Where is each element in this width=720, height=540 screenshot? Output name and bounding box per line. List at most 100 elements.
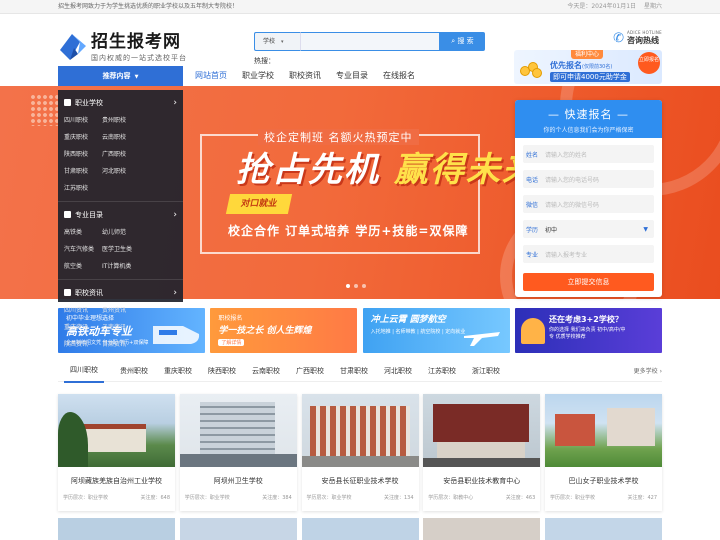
- education-select[interactable]: 学历 初中 ▼: [523, 220, 654, 238]
- hotline[interactable]: ✆ ADICE HOTLINE 咨询热线: [613, 30, 662, 46]
- welcome-text: 招生报考网致力于为学生挑选优质的职业学校以及五年制大专院校！: [58, 3, 239, 10]
- pager-dot[interactable]: [362, 284, 366, 288]
- search-category-select[interactable]: 学校 ▾: [254, 32, 300, 51]
- name-field[interactable]: 姓名 请输入您的姓名: [523, 145, 654, 163]
- menu-link[interactable]: 贵州资讯: [102, 302, 140, 319]
- menu-link[interactable]: 四川职校: [64, 112, 102, 129]
- menu-link[interactable]: 广西职校: [102, 146, 140, 163]
- tab-hebei[interactable]: 河北职校: [384, 360, 412, 382]
- menu-link[interactable]: 汽车汽修类: [64, 241, 102, 258]
- chevron-down-icon: ▼: [643, 225, 648, 233]
- tab-gansu[interactable]: 甘肃职校: [340, 360, 368, 382]
- caret-down-icon: ▼: [134, 74, 139, 80]
- menu-link[interactable]: 重庆资讯: [64, 319, 102, 336]
- menu-link[interactable]: 贵州职校: [102, 112, 140, 129]
- menu-link[interactable]: 云南职校: [102, 129, 140, 146]
- nav-item-schools[interactable]: 职业学校: [242, 66, 274, 86]
- form-title: — 快速报名 —: [548, 108, 629, 121]
- banner-pager: [344, 284, 368, 288]
- banner-slogan-top: 校企定制班 名额火热预定中: [258, 129, 419, 145]
- school-photo[interactable]: [179, 518, 297, 540]
- search-input[interactable]: [300, 32, 440, 51]
- nav-item-apply[interactable]: 在线报名: [383, 66, 415, 86]
- ad-aviation[interactable]: 冲上云霄 圆梦航空 入托地推 | 名师带教 | 航空院校 | 定向就业: [362, 308, 510, 353]
- chevron-down-icon: ▾: [281, 39, 284, 45]
- more-schools-link[interactable]: 更多学校 ›: [634, 366, 662, 375]
- nav-item-home[interactable]: 网站首页: [195, 66, 227, 86]
- site-logo[interactable]: 招生报考网 国内权威的一站式选校平台: [58, 32, 187, 63]
- ad-skills[interactable]: 职校报名 学一技之长 创人生辉煌 了解详情: [210, 308, 358, 353]
- airplane-icon: [463, 332, 500, 346]
- menu-link[interactable]: 幼儿师范: [102, 224, 140, 241]
- chevron-right-icon: ›: [659, 368, 662, 375]
- menu-link[interactable]: 云南资讯: [102, 319, 140, 336]
- category-menu: 职业学校 › 四川职校 贵州职校 重庆职校 云南职校 陕西职校 广西职校 甘肃职…: [58, 90, 183, 348]
- banner-slogan-bottom: 校企合作 订单式培养 学历+技能=双保障: [228, 224, 469, 238]
- menu-group-header[interactable]: 专业目录 ›: [64, 206, 177, 224]
- school-photo: [545, 394, 662, 467]
- menu-link[interactable]: 重庆职校: [64, 129, 102, 146]
- menu-group-news: 职校资讯 › 四川资讯 贵州资讯 重庆资讯 云南资讯 陕西资讯 甘肃资讯: [58, 280, 183, 353]
- site-title: 招生报考网: [91, 32, 181, 52]
- tab-chongqing[interactable]: 重庆职校: [164, 360, 192, 382]
- promo-badge: 福利中心: [571, 50, 604, 59]
- menu-link[interactable]: 医学卫生类: [102, 241, 140, 258]
- menu-group-header[interactable]: 职校资讯 ›: [64, 284, 177, 302]
- tab-shaanxi[interactable]: 陕西职校: [208, 360, 236, 382]
- search-button[interactable]: ⌕ 搜 索: [440, 32, 485, 51]
- school-card[interactable]: 巴山女子职业技术学校 学历层次：职业学校 关注度：427: [545, 394, 662, 511]
- wechat-field[interactable]: 微信 请输入您的微信号码: [523, 195, 654, 213]
- student-icon: [520, 318, 545, 344]
- ad-3plus2[interactable]: 还在考虑3+2学校？ 你的选择 我们来负责 初中/高中/中专 优质学校推荐: [514, 308, 662, 353]
- school-photo[interactable]: [58, 518, 175, 540]
- pager-dot[interactable]: [346, 284, 350, 288]
- banner-tag: 对口就业: [225, 194, 293, 214]
- quick-signup-form: — 快速报名 — 你的个人信息我们会为你严格保密 姓名 请输入您的姓名 电话 请…: [515, 100, 662, 297]
- school-photo[interactable]: [301, 518, 419, 540]
- menu-link[interactable]: 甘肃职校: [64, 163, 102, 180]
- recommend-menu-button[interactable]: 推荐内容 ▼: [58, 66, 183, 86]
- tab-guizhou[interactable]: 贵州职校: [120, 360, 148, 382]
- decor-dots: [30, 94, 58, 126]
- menu-group-majors: 专业目录 › 高铁类 幼儿师范 汽车汽修类 医学卫生类 航空类 IT计算机类: [58, 202, 183, 275]
- school-photo[interactable]: [545, 518, 662, 540]
- school-icon: [64, 99, 71, 106]
- school-card-list: 阿坝藏族羌族自治州工业学校 学历层次：职业学校 关注度：648 阿坝州卫生学校 学…: [58, 394, 662, 511]
- school-card[interactable]: 阿坝州卫生学校 学历层次：职业学校 关注度：384: [179, 394, 297, 511]
- school-card[interactable]: 安岳县职业技术教育中心 学历层次：职教中心 关注度：463: [423, 394, 541, 511]
- school-card[interactable]: 安岳县长征职业技术学校 学历层次：职业学校 关注度：134: [301, 394, 419, 511]
- tab-guangxi[interactable]: 广西职校: [296, 360, 324, 382]
- menu-link[interactable]: 高铁类: [64, 224, 102, 241]
- school-photo[interactable]: [423, 518, 541, 540]
- chevron-right-icon: ›: [173, 98, 177, 108]
- date-display: 今天是：2024年01月1日 星期六: [567, 3, 662, 10]
- tab-yunnan[interactable]: 云南职校: [252, 360, 280, 382]
- chevron-right-icon: ›: [173, 210, 177, 220]
- school-region-tabs: 四川职校 贵州职校 重庆职校 陕西职校 云南职校 广西职校 甘肃职校 河北职校 …: [58, 359, 662, 383]
- menu-link[interactable]: 陕西职校: [64, 146, 102, 163]
- school-photo: [179, 394, 297, 467]
- site-subtitle: 国内权威的一站式选校平台: [91, 54, 187, 62]
- menu-link[interactable]: 四川资讯: [64, 302, 102, 319]
- menu-group-header[interactable]: 职业学校 ›: [64, 94, 177, 112]
- pager-dot[interactable]: [354, 284, 358, 288]
- menu-link[interactable]: 江苏职校: [64, 180, 102, 197]
- tab-sichuan[interactable]: 四川职校: [64, 359, 104, 383]
- logo-icon: [58, 32, 88, 62]
- major-field[interactable]: 专业 请输入报考专业: [523, 245, 654, 263]
- menu-link[interactable]: 河北职校: [102, 163, 140, 180]
- phone-field[interactable]: 电话 请输入您的电话号码: [523, 170, 654, 188]
- menu-link[interactable]: 航空类: [64, 258, 102, 275]
- submit-button[interactable]: 立即提交信息: [523, 273, 654, 291]
- menu-link[interactable]: IT计算机类: [102, 258, 140, 275]
- menu-link[interactable]: 陕西资讯: [64, 336, 102, 353]
- tab-zhejiang[interactable]: 浙江职校: [472, 360, 500, 382]
- nav-item-majors[interactable]: 专业目录: [336, 66, 368, 86]
- school-card-list-next: [58, 518, 662, 540]
- menu-group-schools: 职业学校 › 四川职校 贵州职校 重庆职校 云南职校 陕西职校 广西职校 甘肃职…: [58, 90, 183, 197]
- menu-link[interactable]: 甘肃资讯: [102, 336, 140, 353]
- tab-jiangsu[interactable]: 江苏职校: [428, 360, 456, 382]
- nav-item-news[interactable]: 职校资讯: [289, 66, 321, 86]
- header: 招生报考网 国内权威的一站式选校平台 学校 ▾ ⌕ 搜 索 热搜： ✆ ADICE…: [58, 14, 662, 84]
- school-card[interactable]: 阿坝藏族羌族自治州工业学校 学历层次：职业学校 关注度：648: [58, 394, 175, 511]
